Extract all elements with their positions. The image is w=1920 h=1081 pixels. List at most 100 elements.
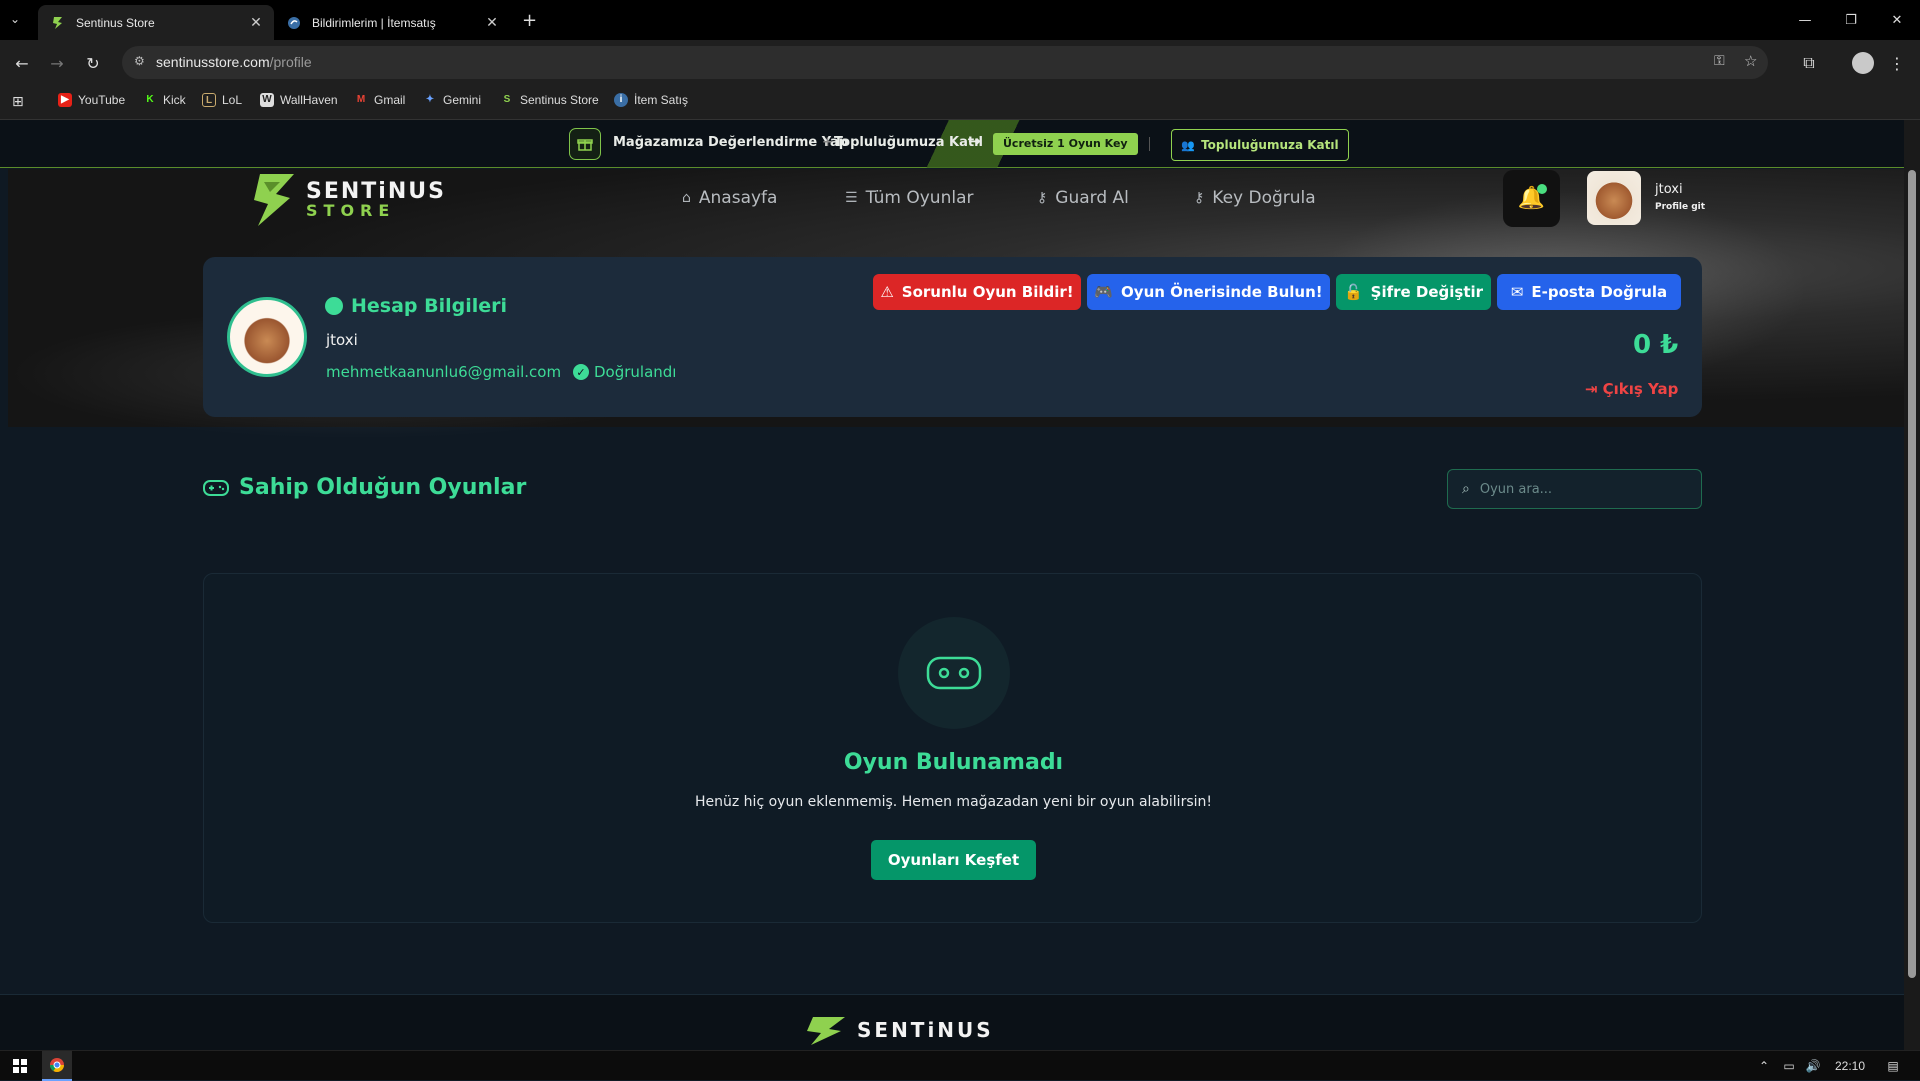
verified-label: Doğrulandı (594, 363, 677, 381)
browser-toolbar: ← → ↻ ⚙ sentinusstore.com/profile ⚿ ☆ ⧉ … (0, 40, 1920, 85)
join-community-button[interactable]: 👥 Topluluğumuza Katıl (1171, 129, 1349, 161)
notifications-button[interactable]: 🔔 (1503, 170, 1560, 227)
button-label: Oyun Önerisinde Bulun! (1121, 283, 1323, 301)
logo-top-text: SENTiNUS (306, 179, 446, 204)
profile-avatar-icon[interactable] (1852, 52, 1874, 74)
nav-all-games[interactable]: ☰ Tüm Oyunlar (845, 188, 973, 208)
apps-grid-icon[interactable]: ⊞ (12, 94, 24, 110)
gmail-icon: M (356, 94, 366, 105)
tab-title: Bildirimlerim | İtemsatış (312, 15, 436, 30)
owned-games-title: Sahip Olduğun Oyunlar (203, 475, 526, 500)
bookmark-label: YouTube (78, 93, 126, 107)
promo-banner: Mağazamıza Değerlendirme Yap + Topluluğu… (0, 120, 1904, 168)
user-circle-icon (325, 297, 343, 315)
scrollbar-thumb[interactable] (1908, 170, 1916, 978)
bookmark-itemsatis[interactable]: i İtem Satış (614, 93, 688, 107)
profile-link[interactable]: Profile git (1655, 202, 1705, 212)
bookmark-gmail[interactable]: M Gmail (354, 93, 406, 107)
gift-icon (569, 128, 601, 160)
bookmark-label: LoL (222, 93, 243, 107)
explore-games-button[interactable]: Oyunları Keşfet (871, 840, 1036, 880)
footer-logo[interactable]: SENTiNUS (805, 1015, 994, 1045)
account-card: Hesap Bilgileri jtoxi mehmetkaanunlu6@gm… (203, 257, 1702, 417)
promo-review-text: Mağazamıza Değerlendirme Yap (613, 135, 849, 150)
wallet-balance: 0 ₺ (1633, 330, 1679, 360)
page-scrollbar[interactable] (1904, 120, 1920, 1050)
nav-label: Guard Al (1055, 188, 1129, 208)
report-game-button[interactable]: ⚠ Sorunlu Oyun Bildir! (873, 274, 1081, 310)
lol-icon: L (202, 93, 216, 107)
bookmark-sentinus[interactable]: S Sentinus Store (500, 93, 599, 107)
bookmark-label: İtem Satış (634, 93, 689, 107)
nav-key-verify[interactable]: ⚷ Key Doğrula (1194, 188, 1316, 208)
header-avatar[interactable] (1587, 171, 1641, 225)
key-icon: ⚷ (1194, 190, 1205, 206)
tab-close-icon[interactable]: ✕ (482, 14, 502, 31)
bookmark-gemini[interactable]: ✦ Gemini (423, 93, 481, 107)
url-path: /profile (269, 54, 312, 70)
site-info-icon[interactable]: ⚙ (134, 54, 145, 68)
itemsatis-icon: i (614, 93, 628, 107)
search-input[interactable] (1479, 481, 1670, 497)
check-circle-icon: ✓ (573, 364, 589, 380)
bookmark-kick[interactable]: K Kick (143, 93, 185, 107)
new-tab-plus-icon[interactable]: + (522, 10, 537, 31)
nav-guard[interactable]: ⚷ Guard Al (1037, 188, 1129, 208)
chrome-taskbar-icon[interactable] (42, 1051, 72, 1081)
reload-icon[interactable]: ↻ (80, 50, 106, 76)
windows-taskbar: ⌃ ▭ 🔊 22:10 ▤ (0, 1050, 1920, 1081)
promo-divider (1149, 137, 1150, 151)
site-logo[interactable]: SENTiNUS STORE (250, 170, 460, 230)
bookmark-label: Sentinus Store (520, 93, 599, 107)
tray-chevron-icon[interactable]: ⌃ (1756, 1051, 1772, 1081)
join-community-label: Topluluğumuza Katıl (1201, 138, 1339, 152)
tab-sentinus-store[interactable]: Sentinus Store ✕ (38, 5, 274, 40)
bookmark-label: Gmail (374, 93, 406, 107)
tab-title: Sentinus Store (76, 15, 155, 30)
sentinus-icon: S (503, 94, 511, 105)
address-bar[interactable]: ⚙ sentinusstore.com/profile ⚿ ☆ (122, 46, 1768, 79)
notification-center-icon[interactable]: ▤ (1880, 1051, 1906, 1081)
extensions-puzzle-icon[interactable]: ⧉ (1796, 50, 1822, 76)
verify-email-button[interactable]: ✉ E-posta Doğrula (1497, 274, 1681, 310)
home-icon: ⌂ (682, 190, 691, 206)
nav-home[interactable]: ⌂ Anasayfa (682, 188, 777, 208)
empty-title: Oyun Bulunamadı (843, 750, 1064, 775)
button-label: Sorunlu Oyun Bildir! (901, 283, 1074, 301)
kick-icon: K (146, 94, 154, 105)
tab-close-icon[interactable]: ✕ (246, 14, 266, 31)
change-password-button[interactable]: 🔓 Şifre Değiştir (1336, 274, 1491, 310)
nav-label: Key Doğrula (1212, 188, 1316, 208)
users-icon: 👥 (1181, 138, 1196, 152)
windows-start-icon[interactable] (8, 1051, 32, 1081)
clock-time[interactable]: 22:10 (1830, 1051, 1870, 1081)
nav-label: Anasayfa (698, 188, 778, 208)
tab-itemsatis[interactable]: Bildirimlerim | İtemsatış ✕ (274, 5, 510, 40)
tab-search-icon[interactable]: ⌄ (10, 12, 20, 26)
footer-logo-text: SENTiNUS (857, 1018, 994, 1042)
notification-dot (1537, 184, 1547, 194)
suggest-game-button[interactable]: 🎮 Oyun Önerisinde Bulun! (1087, 274, 1330, 310)
site-footer: SENTiNUS (0, 994, 1904, 1050)
volume-icon[interactable]: 🔊 (1804, 1051, 1822, 1081)
gamepad-icon (203, 479, 229, 496)
restore-icon[interactable]: ❐ (1828, 0, 1874, 40)
bookmark-star-icon[interactable]: ☆ (1744, 52, 1757, 70)
sentinus-logo-icon (254, 174, 294, 226)
back-arrow-icon[interactable]: ← (9, 50, 35, 76)
close-window-icon[interactable]: ✕ (1874, 0, 1920, 40)
promo-join-text: Topluluğumuza Katıl (834, 135, 983, 150)
forward-arrow-icon[interactable]: → (44, 50, 70, 76)
logout-button[interactable]: ⇥ Çıkış Yap (1585, 380, 1678, 398)
bookmark-wallhaven[interactable]: W WallHaven (260, 93, 338, 107)
minimize-icon[interactable]: — (1782, 0, 1828, 40)
header-username[interactable]: jtoxi (1655, 182, 1683, 197)
bookmark-lol[interactable]: L LoL (202, 93, 242, 107)
browser-menu-icon[interactable]: ⋮ (1884, 50, 1910, 76)
key-icon: ⚷ (1037, 190, 1048, 206)
bookmarks-bar: ⊞ ▶ YouTube K Kick L LoL W WallHaven M Gmail … (0, 85, 1920, 120)
game-search[interactable]: ⌕ (1447, 469, 1702, 509)
network-icon[interactable]: ▭ (1780, 1051, 1798, 1081)
bookmark-youtube[interactable]: ▶ YouTube (58, 93, 125, 107)
password-key-icon[interactable]: ⚿ (1714, 53, 1725, 69)
